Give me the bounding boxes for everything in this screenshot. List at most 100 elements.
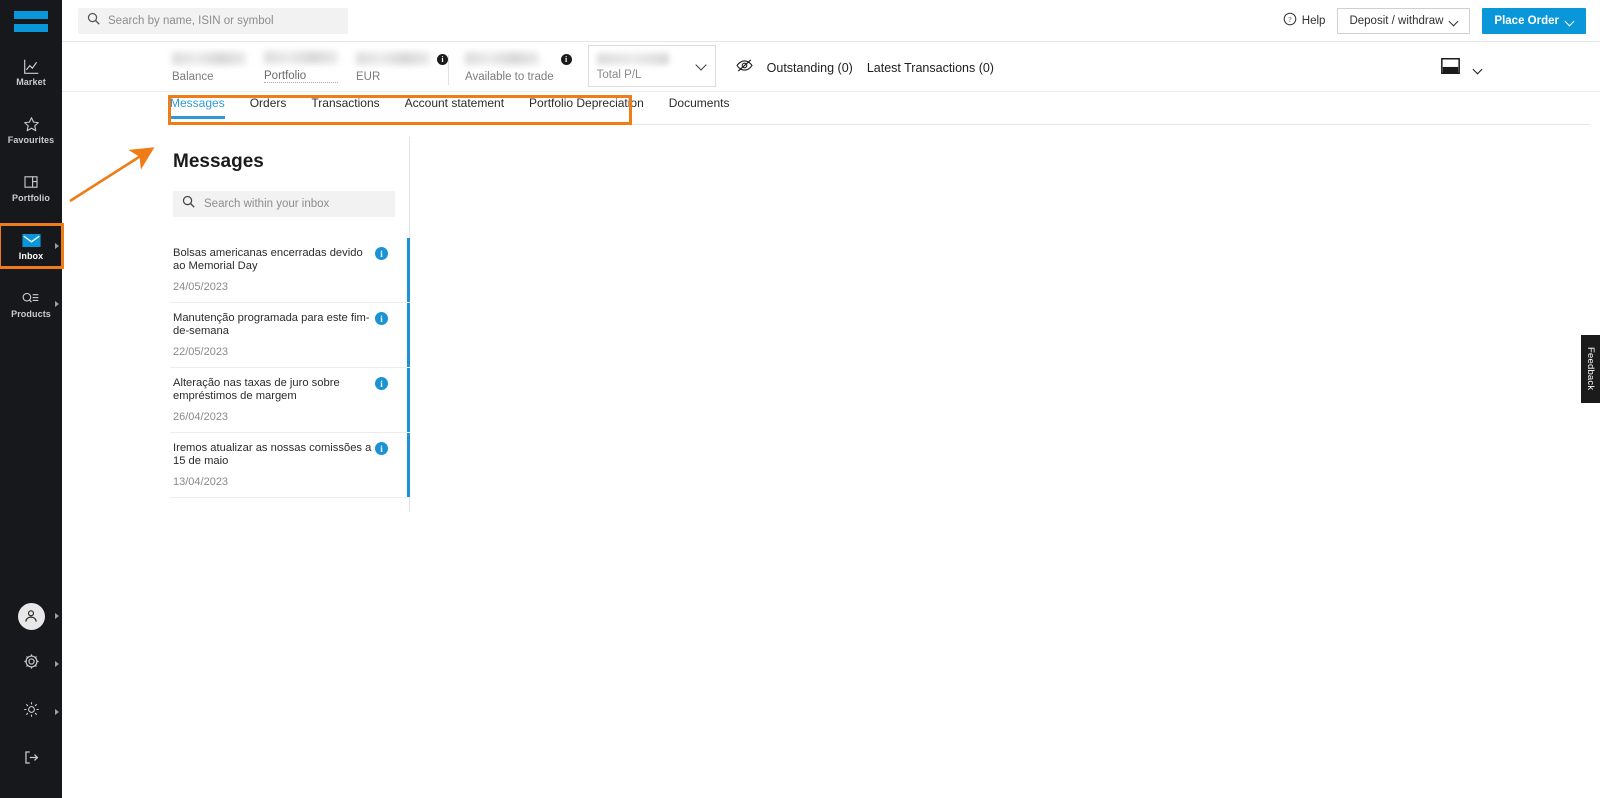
feedback-tab[interactable]: Feedback — [1581, 335, 1600, 403]
global-search[interactable] — [78, 7, 348, 34]
unread-indicator — [407, 303, 410, 367]
envelope-icon — [21, 232, 41, 249]
sidebar-item-label: Inbox — [18, 250, 44, 261]
logo-bar-top — [14, 10, 48, 19]
portfolio-label[interactable]: Portfolio — [264, 70, 338, 83]
message-list: Bolsas americanas encerradas devido ao M… — [170, 238, 410, 498]
available-to-trade-cell: Available to trade i — [449, 41, 572, 91]
theme-toggle[interactable] — [0, 688, 62, 736]
chevron-right-icon — [55, 301, 59, 307]
info-icon[interactable]: i — [375, 312, 388, 325]
account-links: Outstanding (0) Latest Transactions (0) — [736, 58, 994, 78]
available-value-redacted — [465, 52, 539, 65]
messages-panel: Messages Bolsas americanas encerradas de… — [170, 137, 410, 512]
chevron-down-icon — [1566, 17, 1574, 25]
tab-label: Account statement — [404, 96, 505, 110]
outstanding-link[interactable]: Outstanding (0) — [767, 61, 853, 75]
search-icon — [182, 195, 195, 213]
app-logo[interactable] — [0, 0, 62, 42]
tab-label: Portfolio Depreciation — [529, 96, 644, 110]
logout-icon — [23, 749, 40, 771]
tab-portfolio-depreciation[interactable]: Portfolio Depreciation — [529, 96, 644, 119]
deposit-withdraw-label: Deposit / withdraw — [1349, 14, 1444, 27]
balance-value-redacted — [172, 52, 246, 65]
sidebar-item-market[interactable]: Market — [0, 51, 62, 93]
sidebar-item-label: Products — [11, 308, 51, 319]
help-button[interactable]: ? Help — [1283, 12, 1326, 29]
info-icon[interactable]: i — [375, 247, 388, 260]
chevron-right-icon — [55, 661, 59, 667]
place-order-button[interactable]: Place Order — [1482, 7, 1586, 34]
tab-account-statement[interactable]: Account statement — [405, 96, 504, 119]
page-title: Messages — [173, 151, 264, 172]
sidebar-item-label: Favourites — [7, 134, 55, 145]
list-item[interactable]: Bolsas americanas encerradas devido ao M… — [170, 238, 410, 302]
hide-values-icon[interactable] — [736, 58, 753, 78]
inbox-search-input[interactable] — [204, 198, 386, 210]
help-circle-icon: ? — [1283, 12, 1297, 29]
sidebar-item-favourites[interactable]: Favourites — [0, 109, 62, 151]
unread-indicator — [407, 433, 410, 497]
unread-indicator — [407, 368, 410, 432]
sidebar-bottom-nav — [0, 592, 62, 798]
message-date: 24/05/2023 — [173, 281, 229, 293]
total-pl-label: Total P/L — [596, 69, 642, 81]
portfolio-icon — [23, 174, 39, 191]
tab-label: Transactions — [311, 96, 380, 110]
message-date: 13/04/2023 — [173, 476, 229, 488]
settings-button[interactable] — [0, 640, 62, 688]
latest-transactions-link[interactable]: Latest Transactions (0) — [867, 61, 994, 75]
total-pl-select[interactable]: Total P/L — [587, 45, 716, 87]
sidebar-nav: Market Favourites Portfolio Inbox Produc… — [0, 51, 64, 341]
info-icon[interactable]: i — [437, 54, 448, 65]
tab-orders[interactable]: Orders — [250, 96, 287, 119]
info-icon[interactable]: i — [375, 442, 388, 455]
list-item[interactable]: Iremos atualizar as nossas comissões a 1… — [170, 432, 410, 498]
avatar[interactable] — [0, 592, 62, 640]
gear-icon — [23, 653, 40, 675]
logout-button[interactable] — [0, 736, 62, 784]
sidebar-item-label: Portfolio — [12, 192, 50, 203]
portfolio-cell[interactable]: Portfolio — [264, 41, 356, 91]
sidebar-item-label: Market — [16, 76, 46, 87]
sidebar-item-portfolio[interactable]: Portfolio — [0, 167, 62, 209]
top-bar-actions: ? Help Deposit / withdraw Place Order — [1283, 7, 1586, 34]
currency-cell: EUR i — [356, 41, 448, 91]
tabs-divider — [170, 124, 1590, 125]
search-icon — [87, 12, 100, 30]
available-to-trade-label: Available to trade — [465, 71, 554, 83]
info-icon[interactable]: i — [560, 54, 572, 65]
left-sidebar: Market Favourites Portfolio Inbox Produc… — [0, 0, 64, 798]
list-item[interactable]: Alteração nas taxas de juro sobre emprés… — [170, 367, 410, 432]
tab-label: Messages — [170, 96, 225, 110]
tab-messages[interactable]: Messages — [170, 96, 225, 119]
feedback-label: Feedback — [1585, 347, 1596, 391]
currency-label: EUR — [356, 71, 381, 83]
user-icon — [17, 602, 45, 630]
chevron-down-icon — [1474, 65, 1482, 73]
message-date: 22/05/2023 — [173, 346, 229, 358]
place-order-label: Place Order — [1494, 14, 1559, 27]
message-subject: Manutenção programada para este fim-de-s… — [173, 312, 370, 337]
layout-control[interactable] — [1441, 58, 1482, 79]
tab-documents[interactable]: Documents — [669, 96, 730, 119]
top-bar: ? Help Deposit / withdraw Place Order — [62, 0, 1600, 42]
portfolio-value-redacted — [264, 51, 338, 64]
info-icon[interactable]: i — [375, 377, 388, 390]
search-input[interactable] — [108, 14, 339, 27]
sidebar-item-inbox[interactable]: Inbox — [0, 223, 64, 269]
help-label: Help — [1301, 14, 1326, 27]
chevron-right-icon — [55, 709, 59, 715]
list-item[interactable]: Manutenção programada para este fim-de-s… — [170, 302, 410, 367]
message-subject: Bolsas americanas encerradas devido ao M… — [173, 247, 363, 272]
account-summary-bar: Balance Portfolio EUR i Available to tra… — [62, 42, 1600, 92]
sidebar-item-products[interactable]: Products — [0, 283, 62, 325]
balance-cell: Balance — [172, 41, 264, 91]
svg-text:?: ? — [1288, 15, 1291, 24]
inbox-search[interactable] — [173, 191, 395, 217]
deposit-withdraw-button[interactable]: Deposit / withdraw — [1337, 7, 1471, 34]
message-subject: Iremos atualizar as nossas comissões a 1… — [173, 442, 372, 467]
tab-transactions[interactable]: Transactions — [311, 96, 379, 119]
chart-line-icon — [23, 58, 40, 75]
total-pl-value-redacted — [596, 53, 669, 65]
